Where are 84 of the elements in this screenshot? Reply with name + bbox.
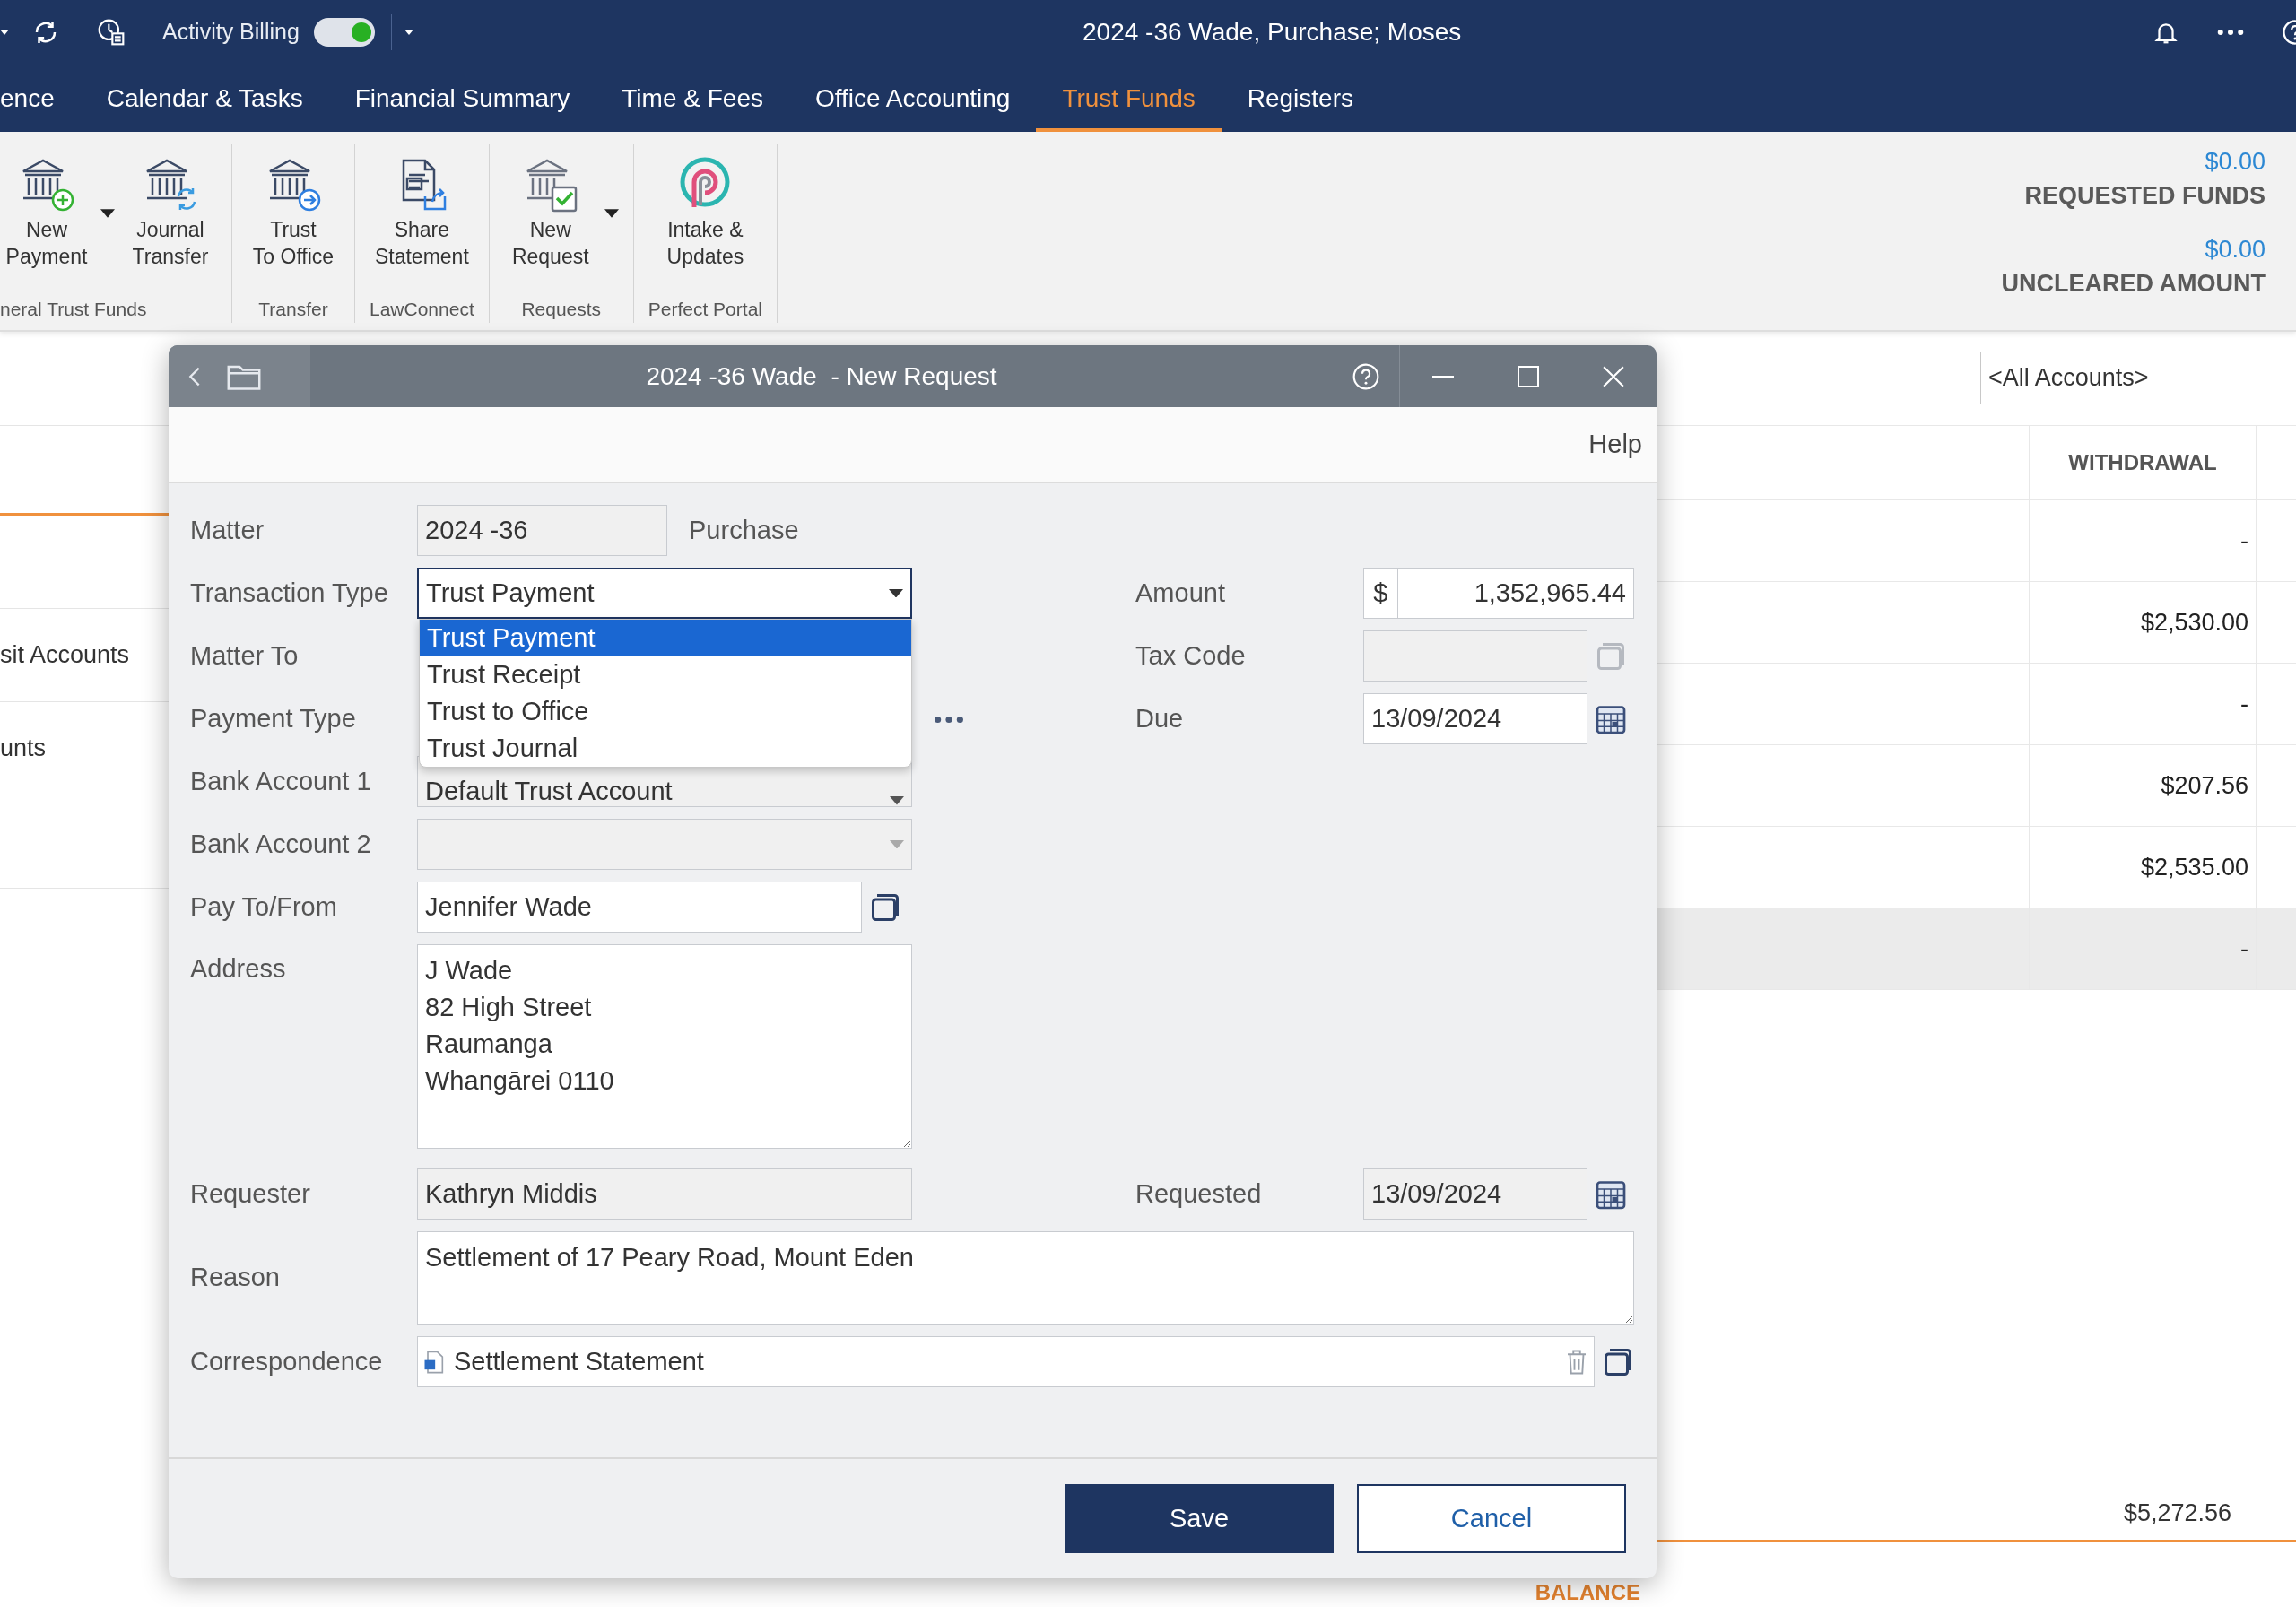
close-icon[interactable] (1601, 364, 1625, 388)
table-cell: $2,535.00 (2029, 827, 2256, 908)
field-label: Requested (1135, 1177, 1263, 1210)
address-field[interactable]: J Wade 82 High Street Raumanga Whangārei 0110 (417, 944, 912, 1149)
summary-label: UNCLEARED AMOUNT (2001, 269, 2266, 299)
caret-icon[interactable] (604, 209, 619, 218)
help-link[interactable]: Help (1588, 424, 1642, 465)
table-cell: - (2029, 908, 2256, 989)
nav-tab[interactable]: Registers (1221, 65, 1379, 132)
field-label: Transaction Type (190, 577, 389, 609)
sidebar-item[interactable]: unts (0, 730, 47, 767)
total-value: $5,272.56 (2122, 1498, 2232, 1528)
field-label: Payment Type (190, 702, 357, 734)
dropdown-option[interactable]: Trust Receipt (420, 656, 911, 693)
more-icon[interactable] (934, 714, 964, 725)
field-label: Due (1135, 702, 1185, 734)
caret-icon[interactable] (100, 209, 115, 218)
input-field[interactable]: Jennifer Wade (417, 882, 862, 933)
caret-icon[interactable] (404, 30, 413, 35)
maximize-icon[interactable] (1517, 365, 1539, 387)
nav-tab[interactable]: ence (0, 65, 81, 132)
ribbon-button[interactable]: Trust To Office (247, 155, 340, 270)
sidebar-item[interactable]: sit Accounts (0, 637, 130, 673)
group-label: Requests (521, 297, 602, 321)
column-header: WITHDRAWAL (2029, 426, 2256, 499)
group-label: LawConnect (370, 297, 474, 321)
date-field[interactable]: 13/09/2024 (1363, 693, 1587, 744)
caret-icon[interactable] (0, 30, 9, 35)
attachment-field[interactable]: Settlement Statement (417, 1336, 1595, 1387)
ribbon-button[interactable]: Intake & Updates (658, 155, 752, 270)
field-label: Bank Account 2 (190, 828, 372, 860)
field-label: Matter To (190, 639, 300, 672)
field-label: Reason (190, 1262, 281, 1294)
field-label: Bank Account 1 (190, 765, 372, 797)
dropdown-option[interactable]: Trust Payment (420, 620, 911, 656)
summary-label: REQUESTED FUNDS (2024, 181, 2266, 211)
nav-tab[interactable]: Time & Fees (596, 65, 789, 132)
window-title: 2024 -36 Wade, Purchase; Moses (1083, 17, 1462, 48)
caret-icon (890, 839, 904, 849)
field-label: Matter (190, 514, 265, 546)
reason-field[interactable]: Settlement of 17 Peary Road, Mount Eden (417, 1231, 1634, 1325)
back-icon[interactable] (188, 365, 201, 387)
ribbon-button[interactable]: New Request (503, 155, 619, 270)
group-label: neral Trust Funds (0, 297, 147, 321)
ribbon-button[interactable]: Share Statement (374, 155, 469, 270)
dropdown-option[interactable]: Trust to Office (420, 693, 911, 730)
ribbon-button[interactable]: New Payment (0, 155, 115, 270)
table-cell: $207.56 (2029, 745, 2256, 826)
attachment-name: Settlement Statement (454, 1345, 705, 1377)
toggle-label: Activity Billing (162, 18, 300, 47)
minimize-icon[interactable] (1431, 375, 1454, 378)
save-button[interactable]: Save (1065, 1484, 1334, 1553)
table-cell: - (2029, 664, 2256, 744)
dropdown-field[interactable]: Trust Payment (417, 568, 912, 619)
table-cell: - (2029, 500, 2256, 581)
field-label: Pay To/From (190, 890, 338, 923)
field-label: Correspondence (190, 1345, 384, 1377)
caret-icon (890, 796, 904, 805)
table-cell: $2,530.00 (2029, 582, 2256, 663)
cancel-button[interactable]: Cancel (1357, 1484, 1626, 1553)
field-label: Address (190, 953, 287, 985)
nav-tab[interactable]: Office Accounting (788, 65, 1037, 132)
currency-label: $ (1363, 568, 1397, 619)
more-icon[interactable] (2217, 28, 2244, 37)
summary-value: $0.00 (2205, 235, 2266, 265)
nav-tab[interactable]: Calendar & Tasks (80, 65, 329, 132)
summary-value: $0.00 (2205, 147, 2266, 177)
document-icon (423, 1349, 445, 1375)
clock-icon[interactable] (97, 18, 126, 47)
trash-icon[interactable] (1565, 1348, 1588, 1376)
footer-label: BALANCE (1534, 1579, 1640, 1606)
account-dropdown[interactable]: <All Accounts> (1980, 352, 2296, 404)
field-label: Tax Code (1135, 639, 1247, 672)
toggle-switch[interactable] (313, 18, 375, 47)
dialog-title: 2024 -36 Wade - New Request (645, 360, 998, 392)
amount-field[interactable]: 1,352,965.44 (1396, 568, 1634, 619)
group-label: Perfect Portal (648, 297, 762, 321)
matter-description: Purchase (689, 514, 799, 546)
group-label: Transfer (258, 297, 328, 321)
ribbon-button[interactable]: Journal Transfer (124, 155, 217, 270)
caret-icon (889, 588, 903, 598)
nav-tab[interactable]: Financial Summary (328, 65, 596, 132)
field-label: Requester (190, 1177, 311, 1210)
field-label: Amount (1135, 577, 1226, 609)
